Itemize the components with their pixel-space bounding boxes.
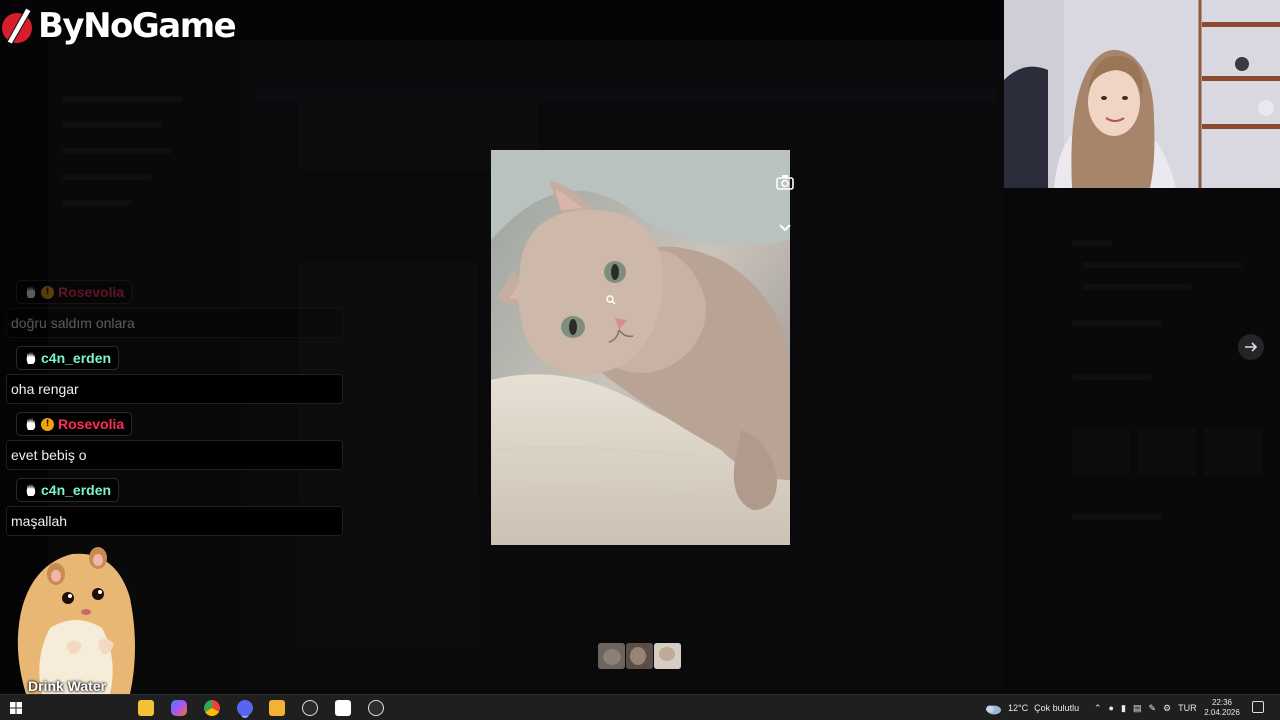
coin-badge-icon: ! — [41, 285, 54, 299]
brand-name: ByNoGame — [38, 6, 237, 46]
clock-date: 2.04.2026 — [1204, 708, 1240, 717]
weather-widget[interactable]: 12°C Çok bulutlu — [984, 695, 1079, 720]
capcut-icon[interactable] — [335, 700, 351, 716]
pen-logo-icon — [0, 6, 34, 46]
cloudy-weather-icon — [986, 705, 1001, 715]
thumbnail-selected[interactable] — [654, 643, 681, 669]
system-tray: ⌃ ● ▮ ▤ ✎ ⚙ TUR — [1094, 695, 1197, 720]
hand-badge-icon — [26, 484, 36, 496]
microphone-icon[interactable]: ● — [1109, 703, 1114, 713]
stream-screen: ByNoGame ! Rosevolia doğru saldım onlara… — [0, 0, 1280, 720]
arrow-right-icon — [1245, 342, 1258, 352]
chat-text: maşallah — [11, 513, 68, 529]
obs-icon[interactable] — [368, 700, 384, 716]
viewer-toolbar — [776, 174, 794, 234]
cat-photo[interactable] — [491, 150, 790, 545]
discord-icon[interactable] — [237, 700, 253, 716]
chrome-icon[interactable] — [204, 700, 220, 716]
chat-text: doğru saldım onlara — [11, 315, 135, 331]
hamster-sticker — [6, 528, 146, 694]
hand-badge-icon — [26, 286, 36, 298]
chat-username-pill: ! Rosevolia — [16, 412, 133, 436]
hand-badge-icon — [26, 418, 36, 430]
thumbnail[interactable] — [626, 643, 653, 669]
cursor-icon — [606, 290, 616, 309]
weather-condition: Çok bulutlu — [1034, 703, 1080, 713]
webcam-feed — [1004, 0, 1280, 188]
drink-water-label: Drink Water — [28, 678, 107, 694]
chat-text: evet bebiş o — [11, 447, 87, 463]
chat-username: Rosevolia — [58, 416, 125, 432]
thumbnail[interactable] — [598, 643, 625, 669]
weather-temp: 12°C — [1008, 703, 1029, 713]
language-indicator[interactable]: TUR — [1178, 703, 1197, 713]
camera-icon[interactable] — [776, 174, 794, 194]
stream-chat: ! Rosevolia doğru saldım onlara c4n_erde… — [6, 280, 346, 544]
network-icon[interactable]: ▤ — [1133, 703, 1142, 714]
clock-time: 22:36 — [1211, 698, 1233, 707]
chat-text: oha rengar — [11, 381, 79, 397]
notification-icon[interactable] — [1252, 701, 1264, 713]
pen-icon[interactable]: ✎ — [1148, 703, 1156, 714]
next-image-button[interactable] — [1238, 334, 1264, 360]
taskbar-clock[interactable]: 22:36 2.04.2026 — [1203, 698, 1241, 718]
settings-icon[interactable]: ⚙ — [1163, 703, 1171, 714]
player-icon[interactable] — [302, 700, 318, 716]
chevron-down-icon[interactable] — [778, 218, 792, 237]
chat-username-pill: c4n_erden — [16, 478, 120, 502]
thumbnail-strip — [598, 643, 681, 669]
chevron-up-icon[interactable]: ⌃ — [1094, 703, 1102, 714]
chat-message: ! Rosevolia doğru saldım onlara — [6, 280, 346, 338]
chat-message: c4n_erden oha rengar — [6, 346, 346, 404]
chat-text-row: oha rengar — [6, 374, 343, 404]
windows-taskbar: 12°C Çok bulutlu ⌃ ● ▮ ▤ ✎ ⚙ TUR 22:36 2… — [0, 694, 1280, 720]
chat-username: Rosevolia — [58, 284, 125, 300]
chat-username-pill: ! Rosevolia — [16, 280, 133, 304]
hand-badge-icon — [26, 352, 36, 364]
file-explorer-icon[interactable] — [138, 700, 154, 716]
copilot-icon[interactable] — [171, 700, 187, 716]
start-icon[interactable] — [8, 700, 24, 716]
brand-logo: ByNoGame — [0, 4, 237, 48]
chat-message: ! Rosevolia evet bebiş o — [6, 412, 346, 470]
chat-username-pill: c4n_erden — [16, 346, 120, 370]
chat-username: c4n_erden — [41, 482, 112, 498]
chat-username: c4n_erden — [41, 350, 112, 366]
speaker-icon[interactable]: ▮ — [1121, 703, 1126, 714]
media-app-icon[interactable] — [269, 700, 285, 716]
chat-text-row: doğru saldım onlara — [6, 308, 343, 338]
chat-text-row: evet bebiş o — [6, 440, 343, 470]
coin-badge-icon: ! — [41, 417, 54, 431]
